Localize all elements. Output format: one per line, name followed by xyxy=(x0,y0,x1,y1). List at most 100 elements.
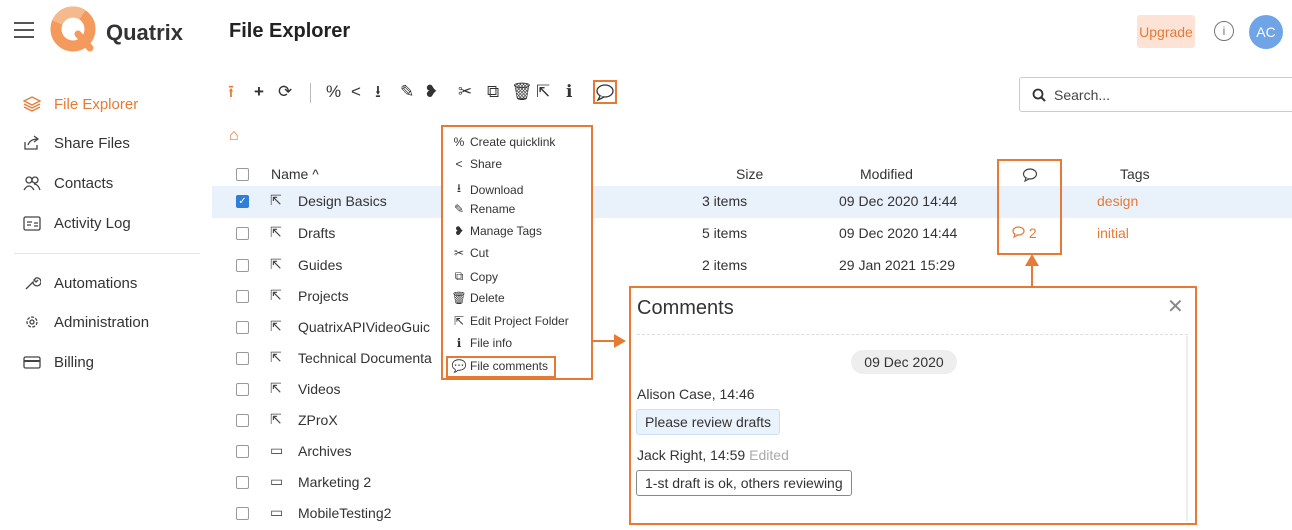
file-modified: 09 Dec 2020 14:44 xyxy=(839,193,958,209)
row-checkbox[interactable] xyxy=(236,383,249,396)
file-name[interactable]: Guides xyxy=(298,257,342,273)
file-size: 5 items xyxy=(702,225,748,241)
file-size: 2 items xyxy=(702,257,748,273)
sidebar-item-share-files[interactable]: Share Files xyxy=(0,123,200,163)
file-name[interactable]: Technical Documenta xyxy=(298,350,432,366)
row-checkbox[interactable] xyxy=(236,321,249,334)
menu-toggle-button[interactable] xyxy=(14,22,34,43)
row-checkbox[interactable] xyxy=(236,414,249,427)
column-modified-header[interactable]: Modified xyxy=(860,166,913,182)
upload-icon[interactable]: ⭱ xyxy=(228,82,234,102)
edit-folder-icon[interactable]: ⇱ xyxy=(536,82,550,102)
toolbar-separator xyxy=(310,83,311,103)
table-row[interactable]: ⇱ Drafts 5 items 09 Dec 2020 14:44 2 ini… xyxy=(212,218,1292,250)
column-size-header[interactable]: Size xyxy=(736,166,763,182)
avatar[interactable]: AC xyxy=(1249,15,1283,49)
sidebar-item-automations[interactable]: Automations xyxy=(0,263,200,303)
search-box[interactable] xyxy=(1019,77,1292,112)
sidebar-item-file-explorer[interactable]: File Explorer xyxy=(0,84,200,124)
project-folder-icon: ⇱ xyxy=(270,318,282,334)
folder-icon: ▭ xyxy=(270,442,284,458)
tags-icon[interactable]: ❥ xyxy=(424,82,438,102)
file-comments-highlight xyxy=(446,356,556,378)
project-folder-icon: ⇱ xyxy=(270,380,282,396)
project-folder-icon: ⇱ xyxy=(270,224,282,240)
project-folder-icon: ⇱ xyxy=(270,287,282,303)
share-icon[interactable]: < xyxy=(351,82,361,102)
file-name[interactable]: Projects xyxy=(298,288,349,304)
upgrade-button[interactable]: Upgrade xyxy=(1137,15,1195,48)
file-modified: 29 Jan 2021 15:29 xyxy=(839,257,955,273)
copy-icon[interactable]: ⧉ xyxy=(487,82,499,102)
share-icon xyxy=(18,135,46,151)
comment-bubble: Please review drafts xyxy=(636,409,781,435)
project-folder-icon: ⇱ xyxy=(270,411,282,427)
brand-name: Quatrix xyxy=(106,20,184,45)
file-comments-toolbar-button[interactable] xyxy=(593,80,617,104)
column-name-header[interactable]: Name ^ xyxy=(271,166,319,182)
scissors-icon[interactable]: ✂ xyxy=(458,82,472,102)
column-tags-header[interactable]: Tags xyxy=(1120,166,1150,182)
menu-item-manage-tags[interactable]: ❥ Manage Tags xyxy=(451,224,542,238)
menu-item-download[interactable]: ⭳ Download xyxy=(451,179,523,200)
comment-icon xyxy=(596,84,614,102)
comment-bubble: 1-st draft is ok, others reviewing xyxy=(636,470,852,496)
menu-item-delete[interactable]: 🗑 Delete xyxy=(451,291,504,305)
file-tag[interactable]: design xyxy=(1097,193,1138,209)
menu-item-edit-project-folder[interactable]: ⇱ Edit Project Folder xyxy=(451,314,569,328)
select-all-checkbox[interactable] xyxy=(236,168,249,181)
row-checkbox[interactable]: ✓ xyxy=(236,195,249,208)
row-checkbox[interactable] xyxy=(236,476,249,489)
comments-scrollbar[interactable] xyxy=(1186,336,1188,521)
row-checkbox[interactable] xyxy=(236,507,249,520)
file-name[interactable]: Design Basics xyxy=(298,193,387,209)
home-icon[interactable]: ⌂ xyxy=(229,127,239,145)
comments-title: Comments xyxy=(637,297,734,319)
file-name[interactable]: Marketing 2 xyxy=(298,474,371,490)
download-icon[interactable]: ⭳ xyxy=(375,82,381,102)
link-icon[interactable]: % xyxy=(326,82,341,102)
add-icon[interactable]: + xyxy=(254,82,264,102)
activity-log-icon xyxy=(18,215,46,231)
menu-item-cut[interactable]: ✂ Cut xyxy=(451,246,489,260)
table-row[interactable]: ⇱ Guides 2 items 29 Jan 2021 15:29 xyxy=(212,250,1292,282)
search-input[interactable] xyxy=(1052,85,1252,104)
pencil-icon[interactable]: ✎ xyxy=(400,82,414,102)
sidebar-item-contacts[interactable]: Contacts xyxy=(0,163,200,203)
table-row[interactable]: ✓ ⇱ Design Basics 3 items 09 Dec 2020 14… xyxy=(212,186,1292,218)
sidebar-item-administration[interactable]: Administration xyxy=(0,302,200,342)
info-circle-icon[interactable]: ℹ xyxy=(566,82,572,102)
sidebar-item-billing[interactable]: Billing xyxy=(0,342,200,382)
file-name[interactable]: Videos xyxy=(298,381,341,397)
menu-item-share[interactable]: < Share xyxy=(451,157,502,171)
file-name[interactable]: Archives xyxy=(298,443,352,459)
copy-icon: ⧉ xyxy=(454,269,464,283)
refresh-icon[interactable]: ⟳ xyxy=(278,82,292,102)
row-checkbox[interactable] xyxy=(236,259,249,272)
search-icon xyxy=(1032,88,1046,102)
file-name[interactable]: QuatrixAPIVideoGuic xyxy=(298,319,430,335)
menu-item-file-info[interactable]: ℹ File info xyxy=(451,336,512,350)
sidebar-item-activity-log[interactable]: Activity Log xyxy=(0,203,200,243)
info-icon[interactable]: i xyxy=(1214,21,1234,41)
tags-icon: ❥ xyxy=(453,224,465,238)
quatrix-logo xyxy=(50,6,96,52)
comment-author: Jack Right, 14:59 Edited xyxy=(637,447,789,463)
menu-item-rename[interactable]: ✎ Rename xyxy=(451,202,515,216)
row-checkbox[interactable] xyxy=(236,352,249,365)
annotation-arrow-right xyxy=(614,334,626,348)
menu-item-create-quicklink[interactable]: % Create quicklink xyxy=(451,135,556,149)
menu-item-copy[interactable]: ⧉ Copy xyxy=(451,269,498,284)
wrench-icon xyxy=(18,275,46,291)
row-checkbox[interactable] xyxy=(236,290,249,303)
trash-icon[interactable]: 🗑 xyxy=(511,82,533,102)
file-name[interactable]: MobileTesting2 xyxy=(298,505,391,521)
sidebar-divider xyxy=(14,253,200,254)
file-name[interactable]: Drafts xyxy=(298,225,335,241)
project-folder-icon: ⇱ xyxy=(270,192,282,208)
file-tag[interactable]: initial xyxy=(1097,225,1129,241)
file-name[interactable]: ZProX xyxy=(298,412,338,428)
close-icon[interactable]: ✕ xyxy=(1167,294,1184,319)
row-checkbox[interactable] xyxy=(236,227,249,240)
row-checkbox[interactable] xyxy=(236,445,249,458)
